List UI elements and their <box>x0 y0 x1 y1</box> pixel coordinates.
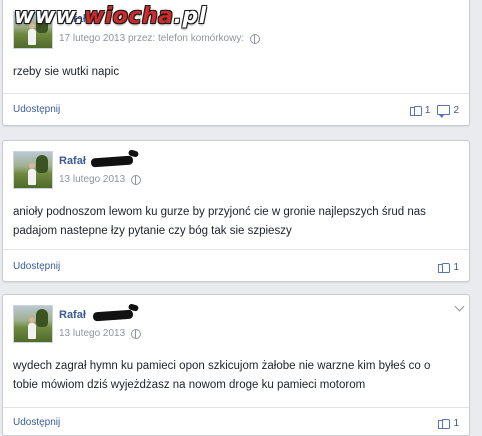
comment-icon[interactable] <box>437 105 451 118</box>
like-icon[interactable] <box>409 104 422 116</box>
post-text: rzeby sie wutki napic <box>13 66 120 78</box>
post-meta: 13 lutego 2013 <box>59 174 142 185</box>
post-card: Rafał 13 lutego 2013 wydech zagrał hymn … <box>2 294 470 436</box>
divider <box>3 249 469 250</box>
avatar[interactable] <box>13 305 53 343</box>
comment-count[interactable]: 2 <box>453 105 459 116</box>
avatar[interactable] <box>13 151 53 189</box>
like-count[interactable]: 1 <box>453 418 459 429</box>
globe-icon <box>250 33 261 44</box>
site-watermark: www.wiocha.pl <box>14 4 207 29</box>
post-meta: 13 lutego 2013 <box>59 328 142 339</box>
post-card: Rafał 13 lutego 2013 anioły podnoszom le… <box>2 140 470 282</box>
post-counts: 1 <box>438 417 459 429</box>
chevron-down-icon[interactable] <box>454 301 465 312</box>
like-count[interactable]: 1 <box>425 105 431 116</box>
post-date[interactable]: 13 lutego 2013 <box>59 174 125 185</box>
globe-icon <box>131 328 142 339</box>
share-link[interactable]: Udostępnij <box>13 417 60 428</box>
post-counts: 1 <box>438 261 459 273</box>
post-counts: 1 2 <box>409 104 459 118</box>
redaction-scribble <box>90 155 134 168</box>
globe-icon <box>131 174 142 185</box>
post-text: anioły podnoszom lewom ku gurze by przyj… <box>13 206 426 237</box>
post-date[interactable]: 17 lutego 2013 przez: telefon komórkowy: <box>59 33 244 44</box>
divider <box>3 407 469 408</box>
like-count[interactable]: 1 <box>453 262 459 273</box>
author-name[interactable]: Rafał <box>59 155 86 167</box>
like-icon[interactable] <box>438 261 451 273</box>
author-name[interactable]: Rafał <box>59 309 86 321</box>
divider <box>3 93 469 94</box>
share-link[interactable]: Udostępnij <box>13 261 60 272</box>
post-date[interactable]: 13 lutego 2013 <box>59 328 125 339</box>
redaction-scribble <box>92 309 134 322</box>
like-icon[interactable] <box>438 417 451 429</box>
post-meta: 17 lutego 2013 przez: telefon komórkowy: <box>59 33 261 44</box>
post-text: wydech zagrał hymn ku pamieci opon szkic… <box>13 360 431 391</box>
share-link[interactable]: Udostępnij <box>13 104 60 115</box>
